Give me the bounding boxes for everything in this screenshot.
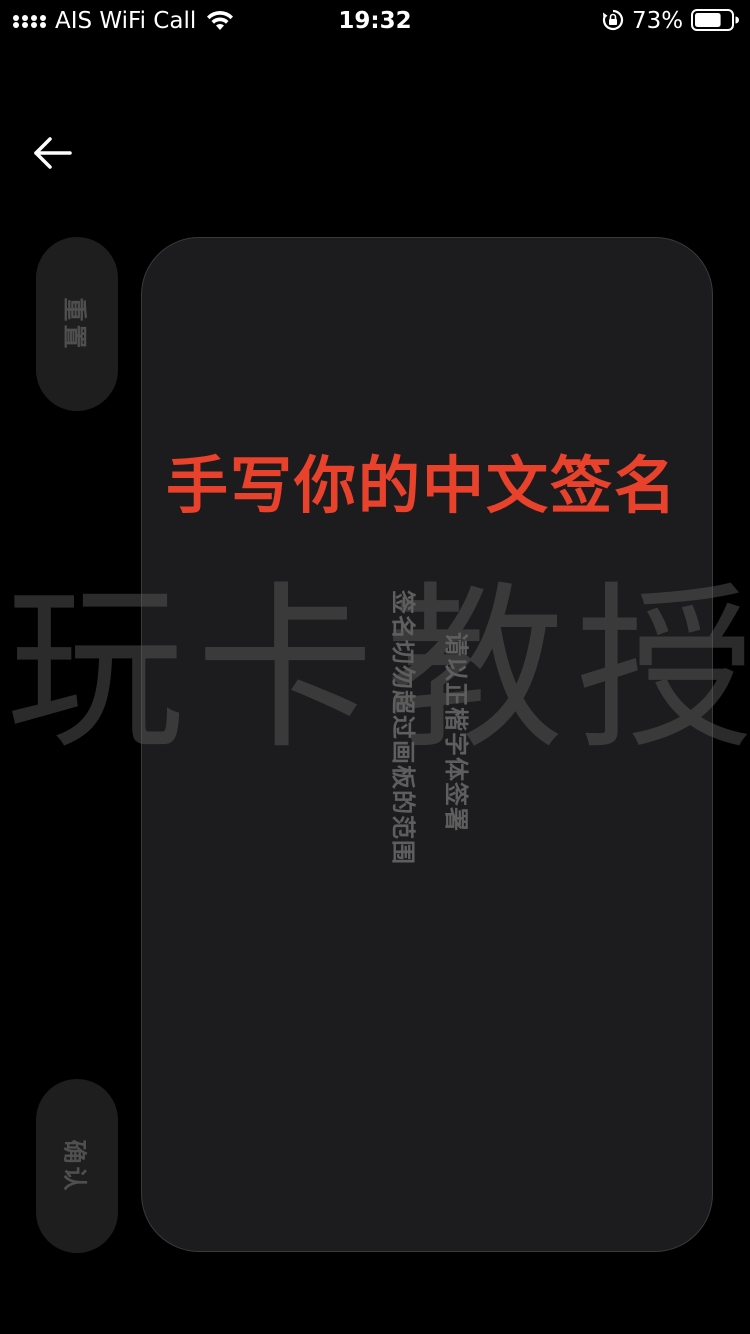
signature-canvas[interactable] bbox=[141, 237, 713, 1252]
confirm-button[interactable]: 确认 bbox=[36, 1079, 118, 1253]
confirm-button-label: 确认 bbox=[60, 1139, 89, 1193]
battery-percentage: 73% bbox=[632, 8, 684, 34]
battery-icon bbox=[691, 9, 739, 31]
status-bar: AIS WiFi Call 19:32 73% bbox=[0, 0, 750, 40]
orientation-lock-icon bbox=[602, 9, 624, 31]
headline-overlay: 手写你的中文签名 bbox=[166, 449, 679, 522]
signature-hint-line-2: 签名切勿超过画板的范围 bbox=[389, 590, 417, 865]
back-arrow-icon[interactable] bbox=[30, 133, 74, 173]
signature-hint-line-1: 请以正楷字体签署 bbox=[442, 632, 470, 832]
reset-button-label: 重置 bbox=[60, 297, 89, 351]
reset-button[interactable]: 重置 bbox=[36, 237, 118, 411]
